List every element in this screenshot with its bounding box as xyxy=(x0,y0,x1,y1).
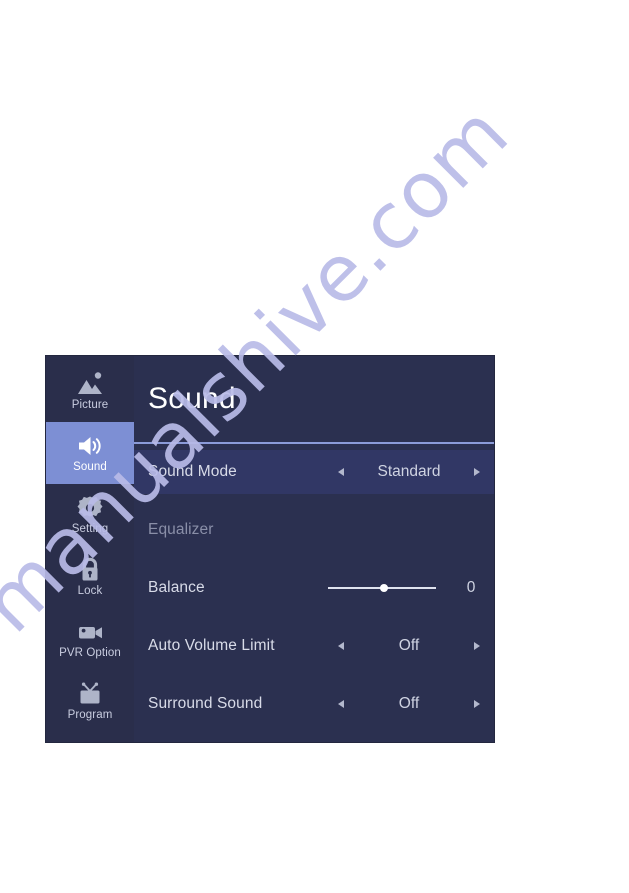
sidebar-item-label: PVR Option xyxy=(59,647,121,659)
picture-icon xyxy=(75,370,105,398)
row-label: Surround Sound xyxy=(148,695,263,712)
osd-sidebar: Picture Sound Setting Lock PVR Option Pr… xyxy=(46,356,134,742)
osd-title-bar: Sound xyxy=(134,356,494,442)
row-surround-sound[interactable]: Surround Sound Off xyxy=(134,682,494,726)
row-auto-volume-limit[interactable]: Auto Volume Limit Off xyxy=(134,624,494,668)
increment-arrow-icon[interactable] xyxy=(474,700,480,708)
sidebar-item-label: Program xyxy=(67,709,113,721)
row-equalizer[interactable]: Equalizer xyxy=(134,508,494,552)
row-label: Auto Volume Limit xyxy=(148,637,275,654)
osd-panel: Picture Sound Setting Lock PVR Option Pr… xyxy=(46,356,494,742)
lock-icon xyxy=(75,556,105,584)
row-value: Off xyxy=(398,695,420,712)
camcorder-icon xyxy=(75,618,105,646)
sound-icon xyxy=(75,432,105,460)
row-label: Balance xyxy=(148,579,205,596)
decrement-arrow-icon[interactable] xyxy=(338,642,344,650)
sidebar-item-picture[interactable]: Picture xyxy=(46,360,134,422)
settings-list: Sound Mode Standard Equalizer Balance 0 … xyxy=(134,444,494,742)
row-label: Equalizer xyxy=(148,521,214,538)
tv-icon xyxy=(75,680,105,708)
row-sound-mode[interactable]: Sound Mode Standard xyxy=(134,450,494,494)
gear-icon xyxy=(75,494,105,522)
row-value: Off xyxy=(398,637,420,654)
row-value: Standard xyxy=(377,463,441,480)
sidebar-item-program[interactable]: Program xyxy=(46,670,134,732)
sidebar-item-pvr-option[interactable]: PVR Option xyxy=(46,608,134,670)
sidebar-item-setting[interactable]: Setting xyxy=(46,484,134,546)
decrement-arrow-icon[interactable] xyxy=(338,468,344,476)
increment-arrow-icon[interactable] xyxy=(474,468,480,476)
page-title: Sound xyxy=(148,382,236,415)
sidebar-item-label: Picture xyxy=(71,399,109,411)
balance-slider-thumb[interactable] xyxy=(380,584,388,592)
sidebar-item-label: Sound xyxy=(73,461,107,473)
sidebar-item-label: Setting xyxy=(71,523,109,535)
sidebar-item-label: Lock xyxy=(77,585,103,597)
decrement-arrow-icon[interactable] xyxy=(338,700,344,708)
row-balance[interactable]: Balance 0 xyxy=(134,566,494,610)
sidebar-item-sound[interactable]: Sound xyxy=(46,422,134,484)
osd-content: Sound Sound Mode Standard Equalizer Bala… xyxy=(134,356,494,742)
sidebar-item-lock[interactable]: Lock xyxy=(46,546,134,608)
balance-value: 0 xyxy=(466,579,476,596)
increment-arrow-icon[interactable] xyxy=(474,642,480,650)
row-label: Sound Mode xyxy=(148,463,237,480)
